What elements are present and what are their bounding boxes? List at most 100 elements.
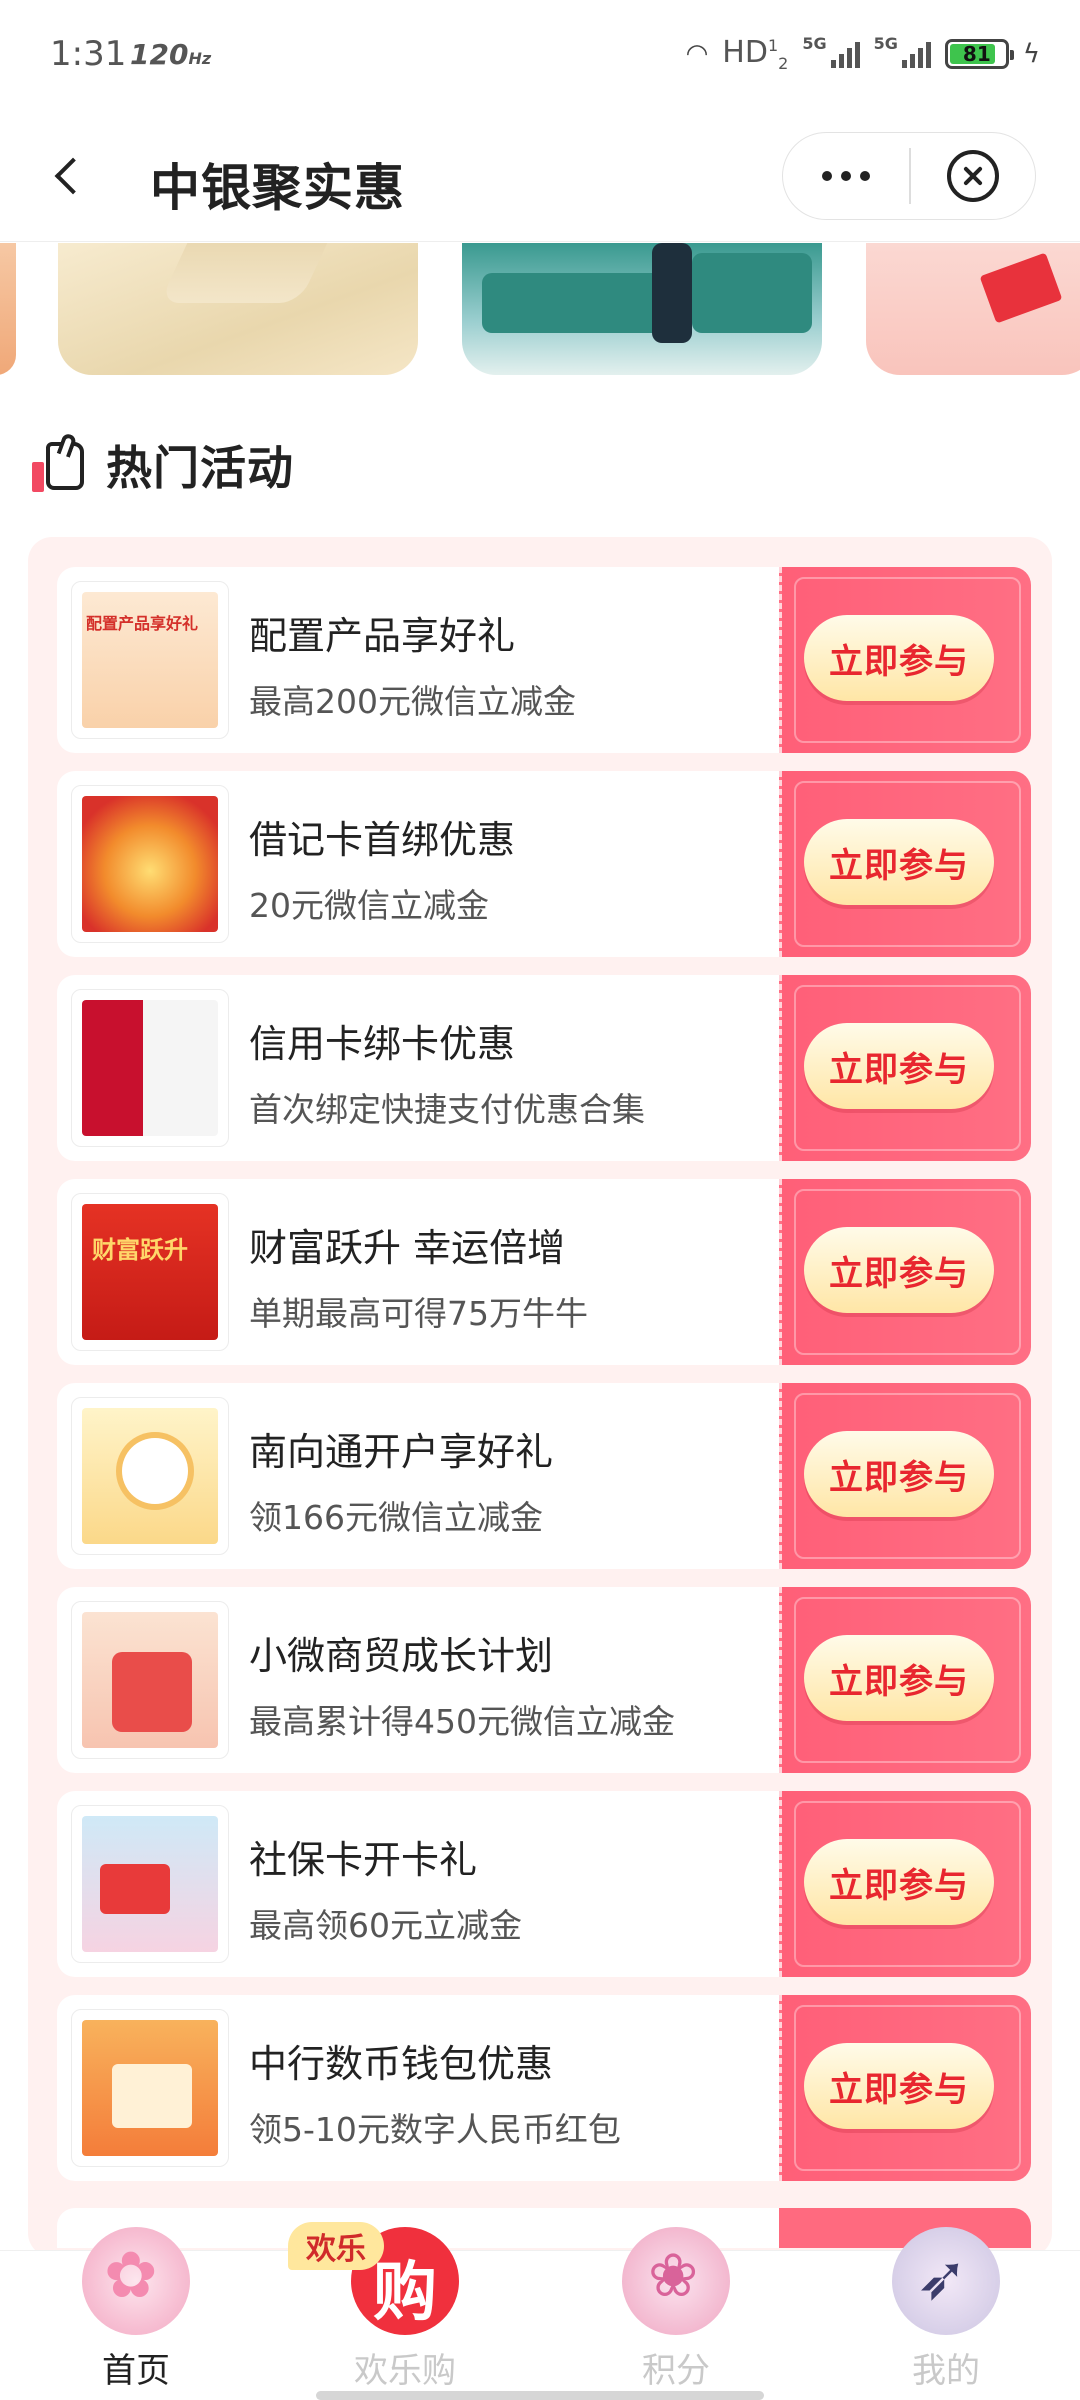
activity-thumbnail bbox=[71, 581, 229, 739]
hd-indicator: HD12 bbox=[722, 35, 789, 73]
activity-item[interactable]: 财富跃升 幸运倍增 单期最高可得75万牛牛 立即参与 bbox=[57, 1179, 1052, 1365]
activity-ticket: 立即参与 bbox=[779, 771, 1031, 957]
tab-shop[interactable]: 欢乐购 bbox=[305, 2227, 505, 2400]
more-button[interactable] bbox=[783, 133, 909, 219]
signal-5g-label-2: 5G bbox=[873, 34, 898, 53]
join-button[interactable]: 立即参与 bbox=[804, 1839, 994, 1925]
tab-home[interactable]: 首页 bbox=[36, 2227, 236, 2400]
thumbs-up-icon bbox=[30, 432, 92, 496]
activity-subtitle: 首次绑定快捷支付优惠合集 bbox=[249, 1090, 645, 1129]
signal-5g-label: 5G bbox=[802, 34, 827, 53]
activity-card[interactable]: 南向通开户享好礼 领166元微信立减金 bbox=[57, 1383, 779, 1569]
tab-label: 积分 bbox=[642, 2351, 710, 2391]
activity-ticket-partial bbox=[779, 2208, 1031, 2248]
more-dot-icon bbox=[860, 171, 870, 181]
activity-list: 配置产品享好礼 最高200元微信立减金 立即参与 借记卡首绑优惠 20元微信立减… bbox=[28, 537, 1052, 2257]
activity-ticket: 立即参与 bbox=[779, 1791, 1031, 1977]
activity-thumbnail bbox=[71, 1397, 229, 1555]
join-button[interactable]: 立即参与 bbox=[804, 1431, 994, 1517]
activity-item[interactable]: 信用卡绑卡优惠 首次绑定快捷支付优惠合集 立即参与 bbox=[57, 975, 1052, 1161]
section-title: 热门活动 bbox=[106, 441, 294, 495]
activity-card[interactable]: 借记卡首绑优惠 20元微信立减金 bbox=[57, 771, 779, 957]
wifi-icon: ◠ bbox=[685, 39, 709, 69]
banner-item[interactable] bbox=[0, 243, 16, 375]
join-button[interactable]: 立即参与 bbox=[804, 819, 994, 905]
activity-thumbnail bbox=[71, 1601, 229, 1759]
activity-subtitle: 最高领60元立减金 bbox=[249, 1906, 522, 1945]
activity-subtitle: 最高200元微信立减金 bbox=[249, 682, 576, 721]
bottom-tab-bar: 首页 欢乐购 积分 我的 bbox=[0, 2227, 1080, 2400]
activity-title: 信用卡绑卡优惠 bbox=[249, 1022, 516, 1066]
activity-card[interactable]: 小微商贸成长计划 最高累计得450元微信立减金 bbox=[57, 1587, 779, 1773]
activity-item[interactable]: 社保卡开卡礼 最高领60元立减金 立即参与 bbox=[57, 1791, 1052, 1977]
activity-title: 配置产品享好礼 bbox=[249, 614, 516, 658]
butterfly-icon bbox=[622, 2227, 730, 2335]
status-icons: ◠ HD12 5G 5G 81 ϟ bbox=[686, 34, 1040, 74]
activity-ticket: 立即参与 bbox=[779, 975, 1031, 1161]
nav-bar: 中银聚实惠 bbox=[0, 110, 1080, 242]
swallow-icon bbox=[892, 2227, 1000, 2335]
activity-card[interactable]: 信用卡绑卡优惠 首次绑定快捷支付优惠合集 bbox=[57, 975, 779, 1161]
shop-badge: 欢乐 bbox=[288, 2222, 384, 2270]
banner-carousel[interactable] bbox=[0, 243, 1080, 375]
back-icon[interactable] bbox=[40, 148, 96, 204]
activity-ticket: 立即参与 bbox=[779, 1995, 1031, 2181]
tab-label: 首页 bbox=[102, 2351, 170, 2391]
activity-card[interactable]: 财富跃升 幸运倍增 单期最高可得75万牛牛 bbox=[57, 1179, 779, 1365]
activity-title: 南向通开户享好礼 bbox=[249, 1430, 554, 1474]
activity-subtitle: 领5-10元数字人民币红包 bbox=[249, 2110, 621, 2149]
sakura-icon bbox=[82, 2227, 190, 2335]
activity-item[interactable]: 小微商贸成长计划 最高累计得450元微信立减金 立即参与 bbox=[57, 1587, 1052, 1773]
activity-thumbnail bbox=[71, 785, 229, 943]
tab-label: 欢乐购 bbox=[354, 2351, 456, 2391]
battery-icon: 81 bbox=[944, 39, 1014, 69]
banner-item[interactable] bbox=[462, 243, 822, 375]
signal-icon-2 bbox=[901, 40, 931, 68]
activity-item[interactable]: 南向通开户享好礼 领166元微信立减金 立即参与 bbox=[57, 1383, 1052, 1569]
activity-card[interactable]: 中行数币钱包优惠 领5-10元数字人民币红包 bbox=[57, 1995, 779, 2181]
section-header: 热门活动 bbox=[30, 430, 294, 500]
battery-level: 81 bbox=[962, 42, 991, 66]
activity-title: 小微商贸成长计划 bbox=[249, 1634, 554, 1678]
activity-title: 社保卡开卡礼 bbox=[249, 1838, 478, 1882]
activity-card[interactable]: 配置产品享好礼 最高200元微信立减金 bbox=[57, 567, 779, 753]
activity-thumbnail bbox=[71, 1193, 229, 1351]
page-title: 中银聚实惠 bbox=[150, 159, 405, 217]
activity-subtitle: 单期最高可得75万牛牛 bbox=[249, 1294, 588, 1333]
mini-program-capsule bbox=[782, 132, 1036, 220]
close-button[interactable] bbox=[911, 133, 1035, 219]
refresh-rate: 120Hz bbox=[130, 38, 212, 71]
status-bar: 1:31 120Hz ◠ HD12 5G 5G 81 ϟ bbox=[0, 0, 1080, 110]
activity-thumbnail bbox=[71, 1805, 229, 1963]
activity-item-partial bbox=[57, 2208, 1053, 2248]
charging-icon: ϟ bbox=[1022, 39, 1040, 69]
activity-ticket: 立即参与 bbox=[779, 1179, 1031, 1365]
join-button[interactable]: 立即参与 bbox=[804, 1635, 994, 1721]
activity-title: 财富跃升 幸运倍增 bbox=[249, 1226, 566, 1270]
join-button[interactable]: 立即参与 bbox=[804, 1023, 994, 1109]
status-time: 1:31 bbox=[50, 34, 127, 74]
activity-card[interactable]: 社保卡开卡礼 最高领60元立减金 bbox=[57, 1791, 779, 1977]
banner-item[interactable] bbox=[58, 243, 418, 375]
activity-ticket: 立即参与 bbox=[779, 567, 1031, 753]
join-button[interactable]: 立即参与 bbox=[804, 1227, 994, 1313]
activity-item[interactable]: 借记卡首绑优惠 20元微信立减金 立即参与 bbox=[57, 771, 1052, 957]
banner-item[interactable] bbox=[866, 243, 1080, 375]
activity-subtitle: 20元微信立减金 bbox=[249, 886, 489, 925]
join-button[interactable]: 立即参与 bbox=[804, 2043, 994, 2129]
more-dot-icon bbox=[841, 171, 851, 181]
activity-subtitle: 最高累计得450元微信立减金 bbox=[249, 1702, 675, 1741]
tab-mine[interactable]: 我的 bbox=[846, 2227, 1046, 2400]
more-dot-icon bbox=[822, 171, 832, 181]
activity-subtitle: 领166元微信立减金 bbox=[249, 1498, 543, 1537]
activity-ticket: 立即参与 bbox=[779, 1383, 1031, 1569]
signal-icon bbox=[830, 40, 860, 68]
join-button[interactable]: 立即参与 bbox=[804, 615, 994, 701]
tab-points[interactable]: 积分 bbox=[576, 2227, 776, 2400]
activity-thumbnail bbox=[71, 989, 229, 1147]
close-icon bbox=[947, 150, 999, 202]
activity-item[interactable]: 中行数币钱包优惠 领5-10元数字人民币红包 立即参与 bbox=[57, 1995, 1052, 2181]
home-indicator[interactable] bbox=[316, 2391, 764, 2400]
activity-item[interactable]: 配置产品享好礼 最高200元微信立减金 立即参与 bbox=[57, 567, 1052, 753]
activity-thumbnail bbox=[71, 2009, 229, 2167]
